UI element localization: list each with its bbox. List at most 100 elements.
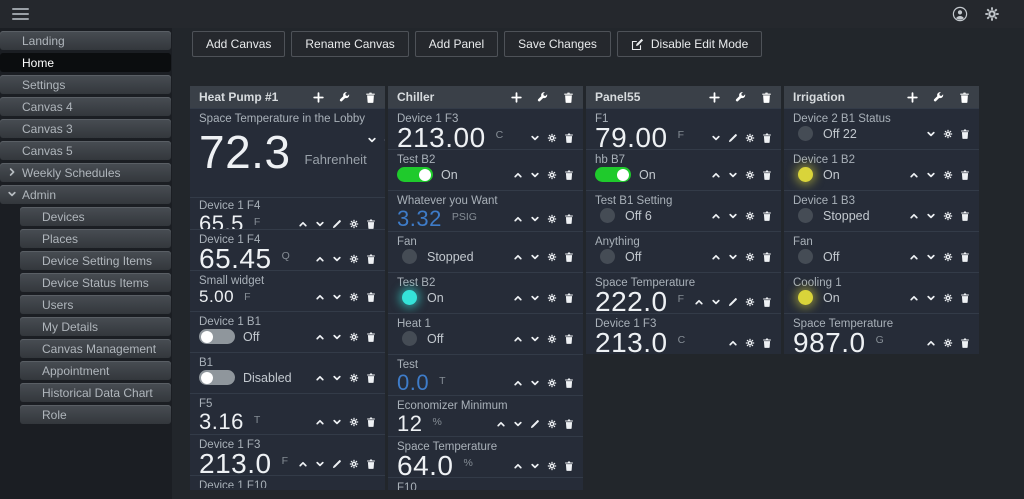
trash-icon[interactable]: [564, 133, 574, 143]
trash-icon[interactable]: [960, 211, 970, 221]
chevron-up-icon[interactable]: [909, 293, 919, 303]
pencil-icon[interactable]: [728, 297, 738, 307]
chevron-up-icon[interactable]: [711, 252, 721, 262]
wrench-icon[interactable]: [933, 91, 944, 103]
sidebar-item-settings[interactable]: Settings: [0, 75, 171, 94]
trash-icon[interactable]: [563, 92, 574, 103]
chevron-up-icon[interactable]: [711, 170, 721, 180]
trash-icon[interactable]: [762, 211, 772, 221]
chevron-down-icon[interactable]: [332, 417, 342, 427]
trash-icon[interactable]: [564, 252, 574, 262]
chevron-down-icon[interactable]: [530, 170, 540, 180]
chevron-down-icon[interactable]: [530, 293, 540, 303]
toggle-switch[interactable]: [595, 167, 631, 182]
trash-icon[interactable]: [366, 373, 376, 383]
chevron-up-icon[interactable]: [315, 417, 325, 427]
sidebar-item-my-details[interactable]: My Details: [20, 317, 171, 336]
gear-icon[interactable]: [943, 293, 953, 303]
chevron-down-icon[interactable]: [728, 170, 738, 180]
gear-icon[interactable]: [547, 461, 557, 471]
gear-icon[interactable]: [349, 254, 359, 264]
plus-icon[interactable]: [511, 91, 522, 103]
trash-icon[interactable]: [960, 338, 970, 348]
add-canvas-button[interactable]: Add Canvas: [192, 31, 286, 57]
gear-icon[interactable]: [547, 334, 557, 344]
chevron-up-icon[interactable]: [315, 292, 325, 302]
trash-icon[interactable]: [366, 459, 376, 469]
rename-canvas-button[interactable]: Rename Canvas: [291, 31, 409, 57]
wrench-icon[interactable]: [537, 91, 548, 103]
chevron-up-icon[interactable]: [909, 252, 919, 262]
chevron-down-icon[interactable]: [926, 170, 936, 180]
gear-icon[interactable]: [349, 373, 359, 383]
chevron-up-icon[interactable]: [711, 211, 721, 221]
gear-icon[interactable]: [547, 252, 557, 262]
trash-icon[interactable]: [564, 334, 574, 344]
wrench-icon[interactable]: [339, 91, 350, 103]
chevron-down-icon[interactable]: [926, 293, 936, 303]
chevron-down-icon[interactable]: [728, 252, 738, 262]
toggle-switch[interactable]: [199, 370, 235, 385]
trash-icon[interactable]: [761, 92, 772, 103]
chevron-up-icon[interactable]: [496, 419, 506, 429]
gear-icon[interactable]: [349, 332, 359, 342]
wrench-icon[interactable]: [735, 91, 746, 103]
chevron-up-icon[interactable]: [315, 254, 325, 264]
chevron-down-icon[interactable]: [332, 373, 342, 383]
sidebar-item-places[interactable]: Places: [20, 229, 171, 248]
pencil-icon[interactable]: [728, 133, 738, 143]
chevron-up-icon[interactable]: [513, 214, 523, 224]
chevron-down-icon[interactable]: [315, 219, 325, 229]
trash-icon[interactable]: [564, 378, 574, 388]
menu-icon[interactable]: [12, 8, 29, 20]
gear-icon[interactable]: [547, 419, 557, 429]
chevron-down-icon[interactable]: [513, 419, 523, 429]
gear-icon[interactable]: [943, 252, 953, 262]
sidebar-item-device-setting-items[interactable]: Device Setting Items: [20, 251, 171, 270]
trash-icon[interactable]: [960, 129, 970, 139]
trash-icon[interactable]: [762, 338, 772, 348]
chevron-up-icon[interactable]: [909, 170, 919, 180]
gear-icon[interactable]: [547, 214, 557, 224]
sidebar-item-admin[interactable]: Admin: [0, 185, 171, 204]
chevron-down-icon[interactable]: [926, 252, 936, 262]
trash-icon[interactable]: [366, 292, 376, 302]
pencil-icon[interactable]: [332, 219, 342, 229]
chevron-down-icon[interactable]: [332, 332, 342, 342]
chevron-up-icon[interactable]: [513, 378, 523, 388]
plus-icon[interactable]: [313, 91, 324, 103]
gear-icon[interactable]: [943, 211, 953, 221]
add-panel-button[interactable]: Add Panel: [414, 31, 499, 57]
sidebar-item-weekly-schedules[interactable]: Weekly Schedules: [0, 163, 171, 182]
gear-icon[interactable]: [349, 219, 359, 229]
sidebar-item-users[interactable]: Users: [20, 295, 171, 314]
trash-icon[interactable]: [959, 92, 970, 103]
trash-icon[interactable]: [366, 417, 376, 427]
chevron-down-icon[interactable]: [711, 297, 721, 307]
trash-icon[interactable]: [564, 461, 574, 471]
gear-icon[interactable]: [745, 211, 755, 221]
trash-icon[interactable]: [762, 170, 772, 180]
sidebar-item-home[interactable]: Home: [0, 53, 171, 72]
chevron-down-icon[interactable]: [530, 461, 540, 471]
trash-icon[interactable]: [366, 332, 376, 342]
toggle-switch[interactable]: [397, 167, 433, 182]
sidebar-item-device-status-items[interactable]: Device Status Items: [20, 273, 171, 292]
gear-icon[interactable]: [547, 293, 557, 303]
chevron-up-icon[interactable]: [909, 211, 919, 221]
trash-icon[interactable]: [960, 293, 970, 303]
plus-icon[interactable]: [907, 91, 918, 103]
chevron-down-icon[interactable]: [530, 378, 540, 388]
chevron-down-icon[interactable]: [530, 252, 540, 262]
trash-icon[interactable]: [365, 92, 376, 103]
sidebar-item-canvas-management[interactable]: Canvas Management: [20, 339, 171, 358]
chevron-up-icon[interactable]: [513, 461, 523, 471]
chevron-up-icon[interactable]: [315, 373, 325, 383]
gear-icon[interactable]: [943, 170, 953, 180]
gear-icon[interactable]: [943, 129, 953, 139]
trash-icon[interactable]: [564, 214, 574, 224]
chevron-down-icon[interactable]: [367, 135, 377, 145]
chevron-down-icon[interactable]: [332, 254, 342, 264]
chevron-up-icon[interactable]: [315, 332, 325, 342]
trash-icon[interactable]: [762, 133, 772, 143]
